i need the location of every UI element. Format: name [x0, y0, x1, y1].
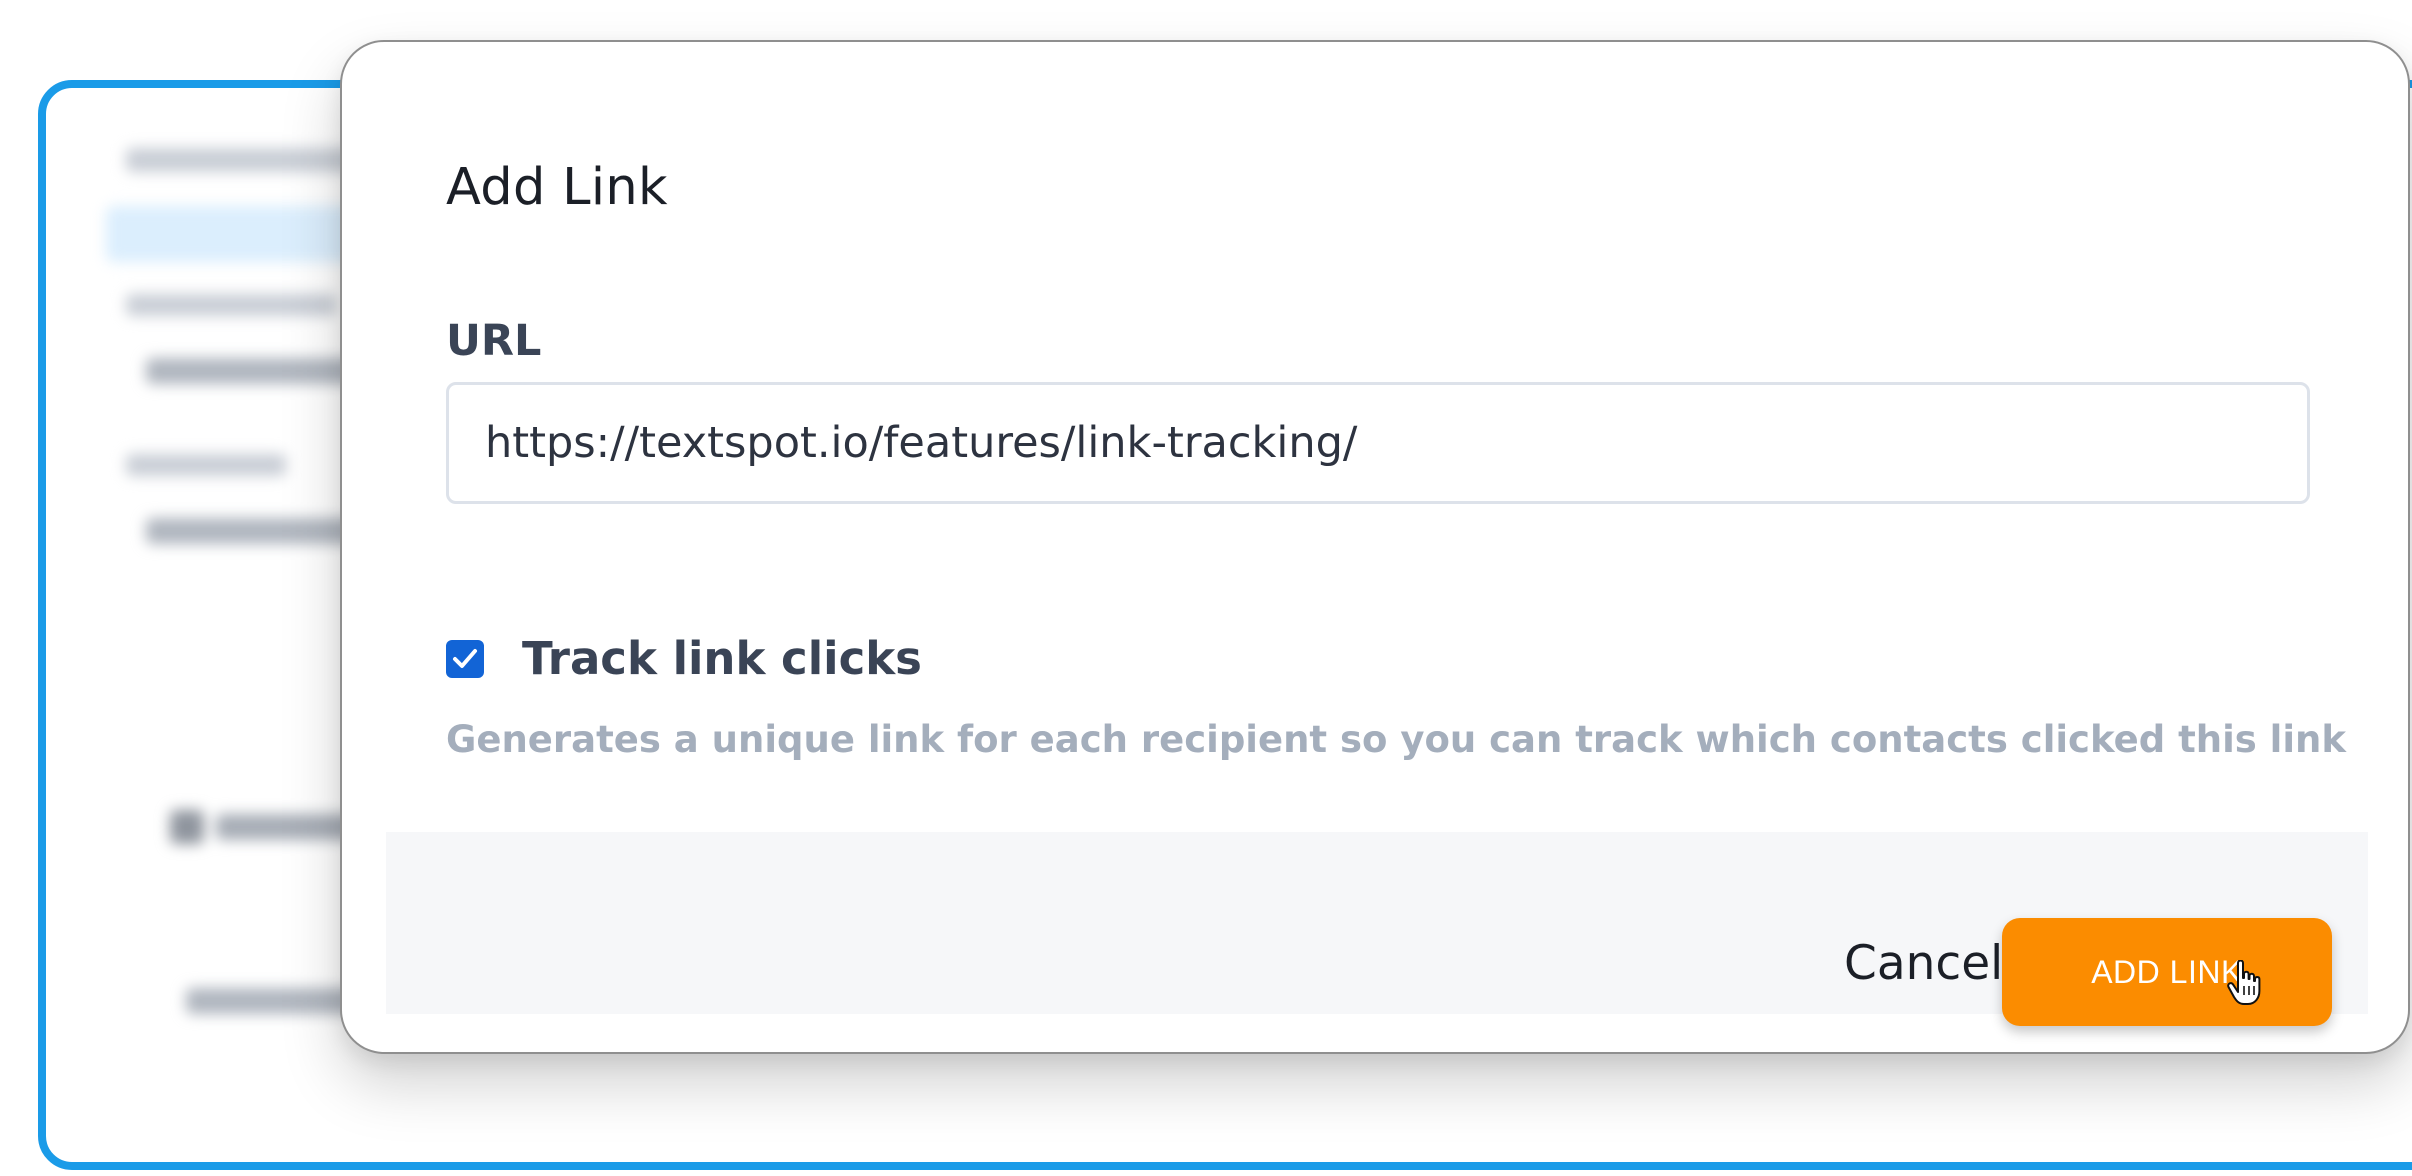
checkmark-icon — [453, 649, 477, 668]
track-clicks-label[interactable]: Track link clicks — [522, 632, 922, 685]
screen: Add Link URL Track link clicks Generates… — [0, 0, 2412, 1176]
cancel-button[interactable]: Cancel — [1844, 940, 2003, 987]
blurred-checkbox — [170, 810, 204, 844]
blurred-line — [126, 294, 336, 316]
track-clicks-checkbox[interactable] — [446, 640, 484, 678]
url-label: URL — [446, 316, 542, 366]
dialog-footer: Cancel ADD LINK — [386, 832, 2368, 1026]
track-clicks-help-text: Generates a unique link for each recipie… — [446, 718, 2346, 761]
blurred-line — [126, 454, 286, 476]
add-link-button[interactable]: ADD LINK — [2002, 918, 2332, 1026]
hand-pointer-icon — [2227, 960, 2261, 1005]
url-input[interactable] — [446, 382, 2310, 504]
add-link-dialog: Add Link URL Track link clicks Generates… — [340, 40, 2410, 1054]
dialog-title: Add Link — [446, 158, 668, 217]
